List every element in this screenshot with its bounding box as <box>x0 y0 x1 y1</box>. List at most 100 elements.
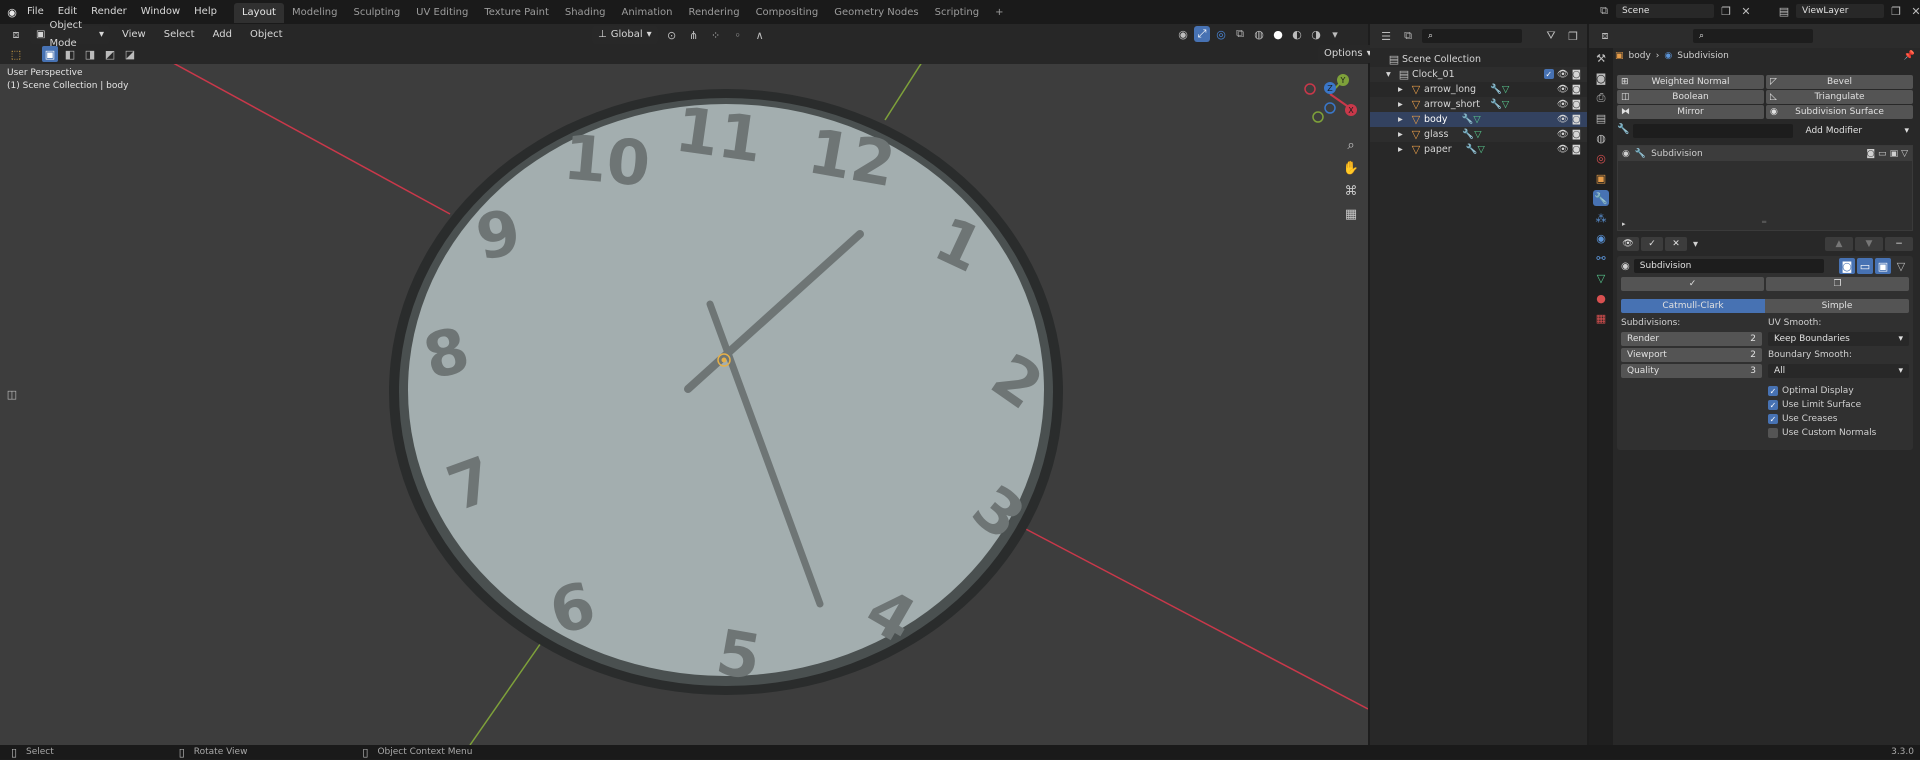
move-up-icon[interactable]: ▲ <box>1825 237 1853 251</box>
proportional-edit-icon[interactable]: ◦ <box>730 27 746 43</box>
particles-tab-icon[interactable]: ⁂ <box>1593 210 1609 226</box>
tab-sculpting[interactable]: Sculpting <box>345 3 408 23</box>
falloff-icon[interactable]: ∧ <box>752 27 768 43</box>
apply-button[interactable]: ✓ <box>1621 277 1764 291</box>
modifier-filter-input[interactable] <box>1633 124 1794 138</box>
render-camera-icon[interactable]: ◙ <box>1572 69 1581 80</box>
use-limit-surface-checkbox[interactable]: ✓ Use Limit Surface <box>1768 400 1909 410</box>
modifier-name-input[interactable]: Subdivision <box>1633 259 1824 273</box>
catmull-clark-option[interactable]: Catmull-Clark <box>1621 299 1765 313</box>
mode-dropdown[interactable]: ▣ Object Mode ▾ <box>30 20 110 49</box>
checkbox-checked-icon[interactable]: ✓ <box>1768 386 1778 396</box>
add-workspace-button[interactable]: + <box>987 3 1011 23</box>
checkbox-unchecked-icon[interactable] <box>1768 428 1778 438</box>
snap-icon[interactable]: ⋔ <box>686 27 702 43</box>
sidebar-toggle-icon[interactable]: ◫ <box>4 386 20 402</box>
expand-arrow-icon[interactable]: ▸ <box>1398 129 1408 140</box>
overlay-toggle-icon[interactable]: ◎ <box>1213 26 1229 42</box>
tab-uv-editing[interactable]: UV Editing <box>408 3 476 23</box>
render-toggle-icon[interactable]: ◙ <box>1866 149 1875 159</box>
new-collection-icon[interactable]: ❐ <box>1565 28 1581 44</box>
use-creases-checkbox[interactable]: ✓ Use Creases <box>1768 414 1909 424</box>
collection-include-checkbox[interactable]: ✓ <box>1543 69 1554 79</box>
blender-logo-icon[interactable]: ◉ <box>4 4 20 20</box>
display-mode-icon[interactable]: ⧉ <box>1400 28 1416 44</box>
snap-target-icon[interactable]: ⁘ <box>708 27 724 43</box>
wireframe-shading-icon[interactable]: ◍ <box>1251 26 1267 42</box>
texture-tab-icon[interactable]: ▦ <box>1593 310 1609 326</box>
zoom-icon[interactable]: ⌕ <box>1340 134 1362 156</box>
physics-tab-icon[interactable]: ◉ <box>1593 230 1609 246</box>
add-modifier-dropdown[interactable]: Add Modifier ▾ <box>1797 124 1913 138</box>
select-extend-icon[interactable]: ◧ <box>62 46 78 62</box>
editmode-toggle-icon[interactable]: ▣ <box>1890 149 1899 159</box>
tab-animation[interactable]: Animation <box>614 3 681 23</box>
tab-texture-paint[interactable]: Texture Paint <box>476 3 557 23</box>
expand-arrow-icon[interactable]: ▾ <box>1386 69 1396 80</box>
cage-toggle-icon[interactable]: ▽ <box>1901 149 1908 159</box>
menu-window[interactable]: Window <box>134 0 187 24</box>
pin-icon[interactable]: 📌 <box>1904 51 1915 61</box>
output-tab-icon[interactable]: ⎙ <box>1593 90 1609 106</box>
tree-row-body[interactable]: ▸ ▽ body 🔧 ▽ 👁 ◙ <box>1370 112 1587 127</box>
checkbox-checked-icon[interactable]: ✓ <box>1768 400 1778 410</box>
tab-compositing[interactable]: Compositing <box>748 3 827 23</box>
remove-x-icon[interactable]: ✕ <box>1665 237 1687 251</box>
menu-select[interactable]: Select <box>158 26 201 44</box>
modifier-wrench-icon[interactable]: 🔧 <box>1490 84 1502 95</box>
render-camera-icon[interactable]: ◙ <box>1572 129 1581 140</box>
visibility-eye-icon[interactable]: 👁 <box>1557 84 1569 95</box>
render-camera-icon[interactable]: ◙ <box>1572 99 1581 110</box>
stack-item-subdivision[interactable]: ◉ 🔧 Subdivision ◙ ▭ ▣ ▽ <box>1618 146 1912 161</box>
object-tab-icon[interactable]: ▣ <box>1593 170 1609 186</box>
rendered-shading-icon[interactable]: ◑ <box>1308 26 1324 42</box>
visibility-eye-icon[interactable]: 👁 <box>1557 69 1569 80</box>
tree-row-arrow-long[interactable]: ▸ ▽ arrow_long 🔧 ▽ 👁 ◙ <box>1370 82 1587 97</box>
modifier-wrench-icon[interactable]: 🔧 <box>1462 114 1474 125</box>
tab-layout[interactable]: Layout <box>233 3 284 23</box>
modifier-wrench-icon[interactable]: 🔧 <box>1466 144 1478 155</box>
scene-selector[interactable]: ⧉ Scene ❐ ✕ <box>1596 3 1754 19</box>
new-view-layer-icon[interactable]: ❐ <box>1888 3 1904 19</box>
tab-rendering[interactable]: Rendering <box>680 3 747 23</box>
apply-check-icon[interactable]: ✓ <box>1641 237 1663 251</box>
menu-add[interactable]: Add <box>207 26 238 44</box>
shading-options-icon[interactable]: ▾ <box>1327 26 1343 42</box>
tool-tab-icon[interactable]: ⚒ <box>1593 50 1609 66</box>
select-subtract-icon[interactable]: ◨ <box>82 46 98 62</box>
use-custom-normals-checkbox[interactable]: Use Custom Normals <box>1768 428 1909 438</box>
render-camera-icon[interactable]: ◙ <box>1572 114 1581 125</box>
modifier-tab-icon[interactable]: 🔧 <box>1593 190 1609 206</box>
select-tool-icon[interactable]: ⬚ <box>8 46 24 62</box>
chevron-down-icon[interactable]: ▾ <box>1693 239 1698 250</box>
delete-view-layer-icon[interactable]: ✕ <box>1908 3 1920 19</box>
scene-tab-icon[interactable]: ◍ <box>1593 130 1609 146</box>
expand-arrow-icon[interactable]: ▸ <box>1622 220 1626 228</box>
visibility-eye-icon[interactable]: 👁 <box>1557 114 1569 125</box>
material-tab-icon[interactable]: ● <box>1593 290 1609 306</box>
optimal-display-checkbox[interactable]: ✓ Optimal Display <box>1768 386 1909 396</box>
neg-y-handle[interactable] <box>1312 111 1324 123</box>
xray-icon[interactable]: ⧉ <box>1232 26 1248 42</box>
visibility-eye-icon[interactable]: 👁 <box>1557 144 1569 155</box>
select-invert-icon[interactable]: ◩ <box>102 46 118 62</box>
tab-shading[interactable]: Shading <box>557 3 614 23</box>
viewport-canvas[interactable]: 12 1 2 3 4 5 6 7 8 9 10 11 Y X Z <box>0 64 1368 745</box>
gizmo-toggle-icon[interactable]: ⤢ <box>1194 26 1210 42</box>
outliner-editor-icon[interactable]: ☰ <box>1378 28 1394 44</box>
pivot-icon[interactable]: ⊙ <box>664 27 680 43</box>
render-levels-field[interactable]: Render 2 <box>1621 332 1762 346</box>
modifier-wrench-icon[interactable]: 🔧 <box>1462 129 1474 140</box>
menu-help[interactable]: Help <box>187 0 224 24</box>
orientation-dropdown[interactable]: ⊥ Global ▾ <box>592 26 658 44</box>
modifier-stack-list[interactable]: ◉ 🔧 Subdivision ◙ ▭ ▣ ▽ ▸ ═ <box>1617 145 1913 231</box>
menu-view[interactable]: View <box>116 26 152 44</box>
resize-handle-icon[interactable]: ═ <box>1762 218 1766 226</box>
tree-row-paper[interactable]: ▸ ▽ paper 🔧 ▽ 👁 ◙ <box>1370 142 1587 157</box>
visibility-eye-icon[interactable]: 👁 <box>1557 129 1569 140</box>
tree-row-clock[interactable]: ▾ ▤ Clock_01 ✓ 👁 ◙ <box>1370 67 1587 82</box>
select-intersect-icon[interactable]: ◪ <box>122 46 138 62</box>
render-camera-icon[interactable]: ◙ <box>1572 84 1581 95</box>
show-icon[interactable]: 👁 <box>1617 237 1639 251</box>
checkbox-checked-icon[interactable]: ✓ <box>1768 414 1778 424</box>
